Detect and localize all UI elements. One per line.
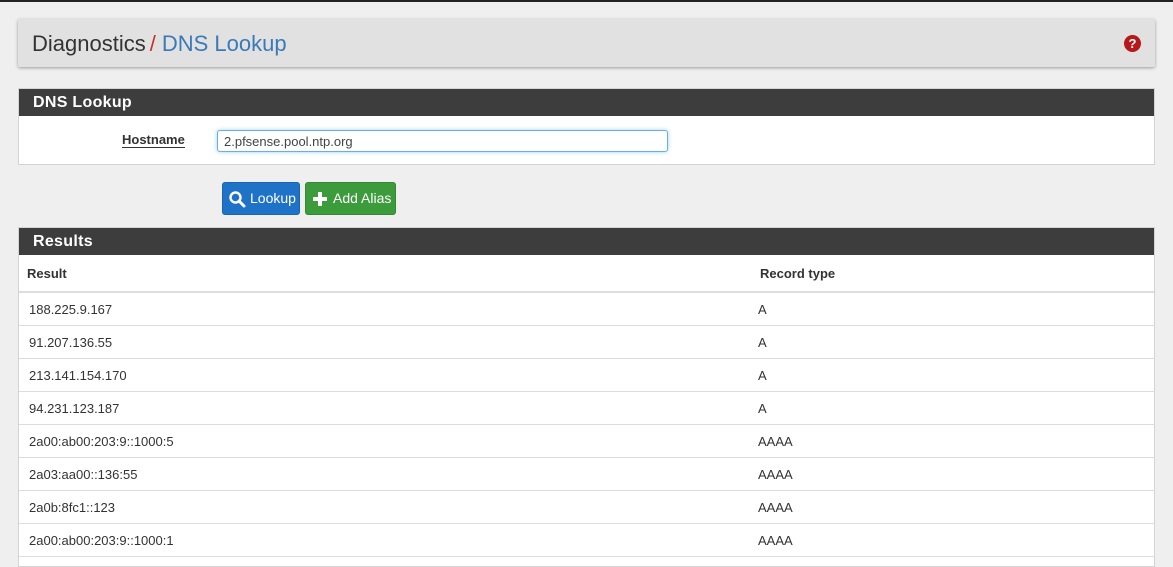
lookup-button-label: Lookup [250,190,296,206]
breadcrumb-parent[interactable]: Diagnostics [32,31,146,56]
table-row: 188.225.9.167 A [19,292,1154,326]
record-type-cell: AAAA [752,490,1154,524]
search-icon [229,190,246,207]
record-type-cell: AAAA [752,523,1154,557]
results-table: Result Record type 188.225.9.167 A 91.20… [19,255,1154,557]
breadcrumb-current[interactable]: DNS Lookup [162,31,287,56]
table-row: 2a0b:8fc1::123 AAAA [19,490,1154,524]
lookup-button[interactable]: Lookup [222,182,300,215]
add-alias-button-label: Add Alias [333,190,392,206]
breadcrumb: Diagnostics / DNS Lookup [32,31,287,57]
top-border [0,0,1173,2]
record-type-cell: AAAA [752,424,1154,458]
record-type-cell: A [752,325,1154,359]
results-panel: Results Result Record type 188.225.9.167… [18,227,1155,567]
dns-lookup-panel: DNS Lookup Hostname [18,88,1155,165]
result-cell: 188.225.9.167 [19,292,752,326]
hostname-input[interactable] [217,130,668,152]
result-cell: 2a00:ab00:203:9::1000:5 [19,424,752,458]
result-cell: 94.231.123.187 [19,391,752,425]
column-header-record-type: Record type [752,255,1154,293]
table-row: 94.231.123.187 A [19,391,1154,425]
hostname-label: Hostname [122,132,185,148]
table-header-row: Result Record type [19,255,1154,293]
result-cell: 2a00:ab00:203:9::1000:1 [19,523,752,557]
result-cell: 213.141.154.170 [19,358,752,392]
record-type-cell: A [752,292,1154,326]
record-type-cell: A [752,391,1154,425]
table-row: 2a03:aa00::136:55 AAAA [19,457,1154,491]
column-header-result: Result [19,255,752,293]
table-row: 91.207.136.55 A [19,325,1154,359]
question-circle-icon[interactable]: ? [1124,35,1141,52]
result-cell: 2a03:aa00::136:55 [19,457,752,491]
record-type-cell: A [752,358,1154,392]
result-cell: 91.207.136.55 [19,325,752,359]
table-row: 213.141.154.170 A [19,358,1154,392]
breadcrumb-bar: Diagnostics / DNS Lookup ? [18,19,1155,67]
breadcrumb-separator: / [149,31,156,56]
record-type-cell: AAAA [752,457,1154,491]
hostname-row: Hostname [19,116,1154,164]
add-alias-button[interactable]: Add Alias [305,182,396,215]
plus-icon [313,191,327,206]
result-cell: 2a0b:8fc1::123 [19,490,752,524]
panel-heading: Results [19,228,1154,255]
table-row: 2a00:ab00:203:9::1000:1 AAAA [19,523,1154,557]
table-row: 2a00:ab00:203:9::1000:5 AAAA [19,424,1154,458]
panel-heading: DNS Lookup [19,89,1154,116]
